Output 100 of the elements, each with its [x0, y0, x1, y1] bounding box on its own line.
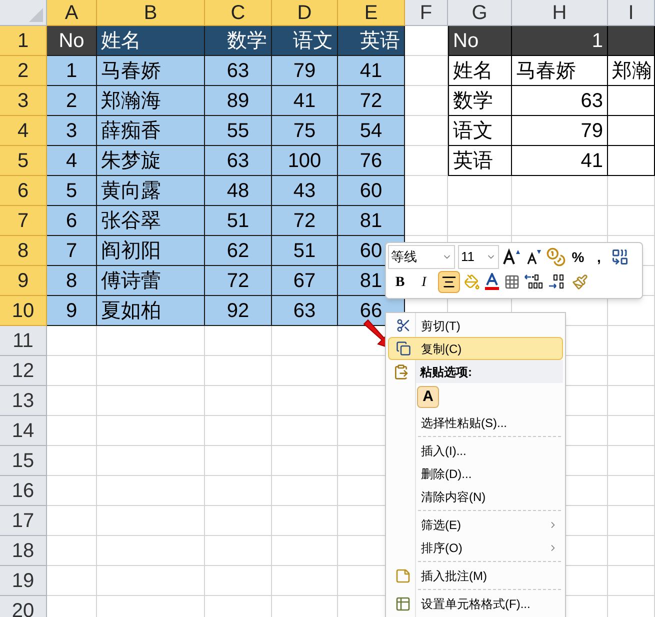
menu-item[interactable]: 复制(C)	[388, 337, 563, 360]
table-cell	[608, 116, 655, 146]
copy-icon	[396, 341, 410, 356]
merge-cells-icon[interactable]	[611, 248, 629, 266]
column-header[interactable]: I	[608, 0, 655, 26]
table-cell: 63	[512, 86, 608, 116]
table-cell	[608, 26, 655, 56]
table-cell: 89	[205, 86, 272, 116]
column-heading: 姓名	[97, 26, 205, 56]
column-header[interactable]: D	[272, 0, 338, 26]
menu-item[interactable]: 筛选(E)	[388, 513, 563, 536]
menu-item[interactable]: 插入(I)...	[388, 439, 563, 462]
table-cell	[205, 446, 272, 476]
fill-color-icon[interactable]	[464, 274, 480, 290]
menu-item[interactable]: 设置单元格格式(F)...	[388, 592, 563, 615]
table-cell: 1	[512, 26, 608, 56]
row-header[interactable]: 2	[0, 56, 47, 86]
table-cell: 3	[47, 116, 97, 146]
row-header[interactable]: 11	[0, 326, 47, 356]
table-cell: 67	[272, 266, 338, 296]
row-header[interactable]: 10	[0, 296, 47, 326]
font-name-field[interactable]: 等线	[388, 245, 455, 269]
row-header[interactable]: 3	[0, 86, 47, 116]
table-cell: 41	[338, 56, 405, 86]
table-cell: 薛痴香	[97, 116, 205, 146]
table-cell: 朱梦旋	[97, 146, 205, 176]
row-header[interactable]: 16	[0, 476, 47, 506]
row-header[interactable]: 19	[0, 566, 47, 596]
column-header[interactable]: H	[512, 0, 608, 26]
table-cell: 4	[47, 146, 97, 176]
row-header[interactable]: 15	[0, 446, 47, 476]
scissors-icon	[396, 318, 410, 333]
menu-item[interactable]: 删除(D)...	[388, 462, 563, 485]
row-header[interactable]: 17	[0, 506, 47, 536]
table-cell: 夏如柏	[97, 296, 205, 326]
borders-icon[interactable]	[504, 274, 520, 290]
column-header[interactable]: A	[47, 0, 97, 26]
row-header[interactable]: 9	[0, 266, 47, 296]
increase-decimal-icon[interactable]	[524, 273, 544, 291]
table-cell	[608, 176, 655, 206]
table-cell	[47, 416, 97, 446]
row-header[interactable]: 12	[0, 356, 47, 386]
row-header[interactable]: 4	[0, 116, 47, 146]
table-cell	[205, 476, 272, 506]
table-cell: 43	[272, 176, 338, 206]
table-cell	[608, 326, 655, 356]
row-header[interactable]: 20	[0, 596, 47, 617]
table-cell: 马春娇	[512, 56, 608, 86]
font-color-icon[interactable]	[484, 273, 500, 291]
table-cell: 张谷翠	[97, 206, 205, 236]
table-cell	[47, 386, 97, 416]
row-header[interactable]: 5	[0, 146, 47, 176]
row-header[interactable]: 7	[0, 206, 47, 236]
format-painter-icon[interactable]	[572, 274, 588, 290]
table-cell	[608, 416, 655, 446]
row-header[interactable]: 18	[0, 536, 47, 566]
row-header[interactable]: 13	[0, 386, 47, 416]
paste-values-button[interactable]: A	[417, 386, 439, 408]
table-cell	[405, 176, 448, 206]
shrink-font-icon[interactable]	[525, 248, 543, 266]
row-header[interactable]: 1	[0, 26, 47, 56]
column-header[interactable]: C	[205, 0, 272, 26]
font-size-field[interactable]: 11	[458, 245, 499, 269]
column-header[interactable]: B	[97, 0, 205, 26]
grow-font-icon[interactable]	[502, 248, 522, 266]
table-cell	[608, 446, 655, 476]
table-cell	[608, 356, 655, 386]
row-header[interactable]: 8	[0, 236, 47, 266]
percent-button[interactable]: %	[569, 246, 587, 268]
menu-item[interactable]: 选择性粘贴(S)...	[388, 411, 563, 434]
table-cell	[272, 386, 338, 416]
italic-button[interactable]: I	[414, 271, 434, 293]
table-cell	[405, 26, 448, 56]
menu-item[interactable]: 排序(O)	[388, 536, 563, 559]
table-cell	[205, 356, 272, 386]
table-cell: 63	[205, 56, 272, 86]
column-header[interactable]: E	[338, 0, 405, 26]
table-cell: 48	[205, 176, 272, 206]
table-cell	[205, 386, 272, 416]
align-center-button[interactable]	[438, 271, 460, 293]
column-header[interactable]: G	[448, 0, 512, 26]
table-cell: 数学	[448, 86, 512, 116]
table-cell: 62	[205, 236, 272, 266]
menu-item[interactable]: 插入批注(M)	[388, 564, 563, 587]
menu-item[interactable]: 清除内容(N)	[388, 485, 563, 508]
table-cell: 63	[205, 146, 272, 176]
column-header[interactable]: F	[405, 0, 448, 26]
comma-button[interactable]: ,	[590, 246, 608, 268]
table-cell: 41	[512, 146, 608, 176]
table-cell	[47, 476, 97, 506]
table-cell: 郑瀚海	[97, 86, 205, 116]
table-cell	[608, 476, 655, 506]
row-header[interactable]: 6	[0, 176, 47, 206]
row-header[interactable]: 14	[0, 416, 47, 446]
table-cell	[47, 356, 97, 386]
table-cell: No	[448, 26, 512, 56]
table-cell: 92	[205, 296, 272, 326]
table-cell	[272, 476, 338, 506]
table-cell	[405, 56, 448, 86]
table-icon	[395, 596, 411, 612]
